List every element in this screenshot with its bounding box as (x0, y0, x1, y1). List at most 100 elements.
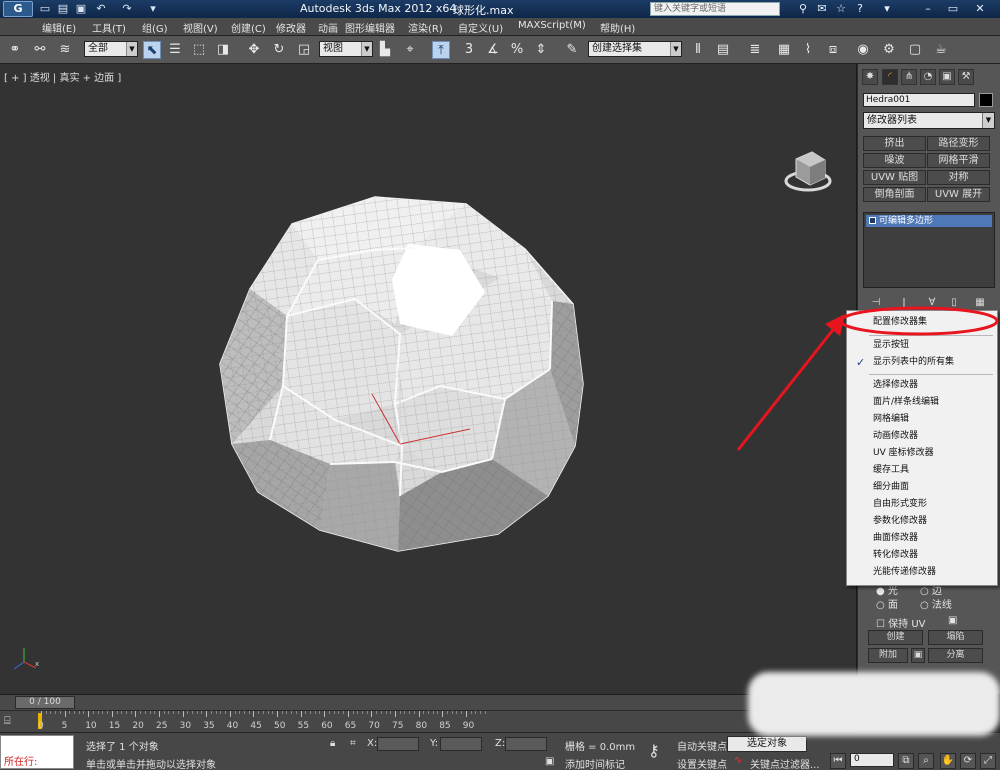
y-coordinate-field[interactable] (440, 737, 482, 751)
menu-help[interactable]: 帮助(H) (600, 20, 635, 35)
snaps-toggle-icon[interactable]: 3 (460, 41, 478, 59)
search-input[interactable]: 键入关键字或短语 (650, 2, 780, 16)
align-icon[interactable]: ▤ (714, 41, 732, 59)
time-tag-icon[interactable]: ▣ (545, 756, 554, 767)
modifier-path-deform-button[interactable]: 路径变形 (927, 136, 990, 151)
render-setup-icon[interactable]: ⚙ (880, 41, 898, 59)
set-key-button[interactable]: 设置关键点 (677, 756, 727, 770)
attach-button[interactable]: 附加 (868, 648, 908, 663)
orbit-icon[interactable]: ⟳ (960, 753, 976, 769)
display-tab-icon[interactable]: ▣ (939, 69, 955, 85)
keep-uv-checkbox[interactable]: ☐ 保持 UV (876, 615, 926, 630)
menu-group[interactable]: 组(G) (142, 20, 168, 35)
key-filters-button[interactable]: 关键点过滤器... (750, 756, 820, 770)
redo-icon[interactable]: ↷ (120, 2, 134, 16)
menu-item-animation-modifiers[interactable]: 动画修改器 (847, 428, 997, 445)
help-dropdown-icon[interactable]: ▾ (880, 2, 894, 16)
maxscript-listener[interactable]: 所在行: (0, 735, 74, 769)
menu-item-uv-coordinate-modifiers[interactable]: UV 座标修改器 (847, 445, 997, 462)
attach-list-icon[interactable]: ▣ (911, 648, 925, 663)
modifier-stack[interactable]: 可编辑多边形 (863, 212, 995, 288)
modifier-noise-button[interactable]: 噪波 (863, 153, 926, 168)
modifier-extrude-button[interactable]: 挤出 (863, 136, 926, 151)
selection-filter-dropdown[interactable]: 全部 ▼ (84, 41, 138, 57)
modifier-symmetry-button[interactable]: 对称 (927, 170, 990, 185)
radio-normal[interactable]: ○ 法线 (920, 596, 952, 611)
layer-manager-icon[interactable]: ≣ (746, 41, 764, 59)
edit-named-selection-icon[interactable]: ✎ (563, 41, 581, 59)
save-file-icon[interactable]: ▣ (74, 2, 88, 16)
spinner-snap-icon[interactable]: ⇕ (532, 41, 550, 59)
render-production-icon[interactable]: ☕ (932, 41, 950, 59)
pan-icon[interactable]: ✋ (940, 753, 956, 769)
menu-views[interactable]: 视图(V) (183, 20, 218, 35)
menu-rendering[interactable]: 渲染(R) (408, 20, 443, 35)
zoom-icon[interactable]: ⌕ (918, 753, 934, 769)
key-filter-curve-icon[interactable]: ∿ (734, 755, 742, 766)
new-file-icon[interactable]: ▭ (38, 2, 52, 16)
move-icon[interactable]: ✥ (245, 41, 263, 59)
menu-item-selection-modifiers[interactable]: 选择修改器 (847, 377, 997, 394)
time-slider[interactable]: 0 / 100 (0, 694, 857, 710)
app-logo-icon[interactable]: G (3, 1, 33, 17)
undo-icon[interactable]: ↶ (94, 2, 108, 16)
settings-icon[interactable]: ▣ (948, 615, 957, 626)
named-selection-dropdown[interactable]: 创建选择集 ▼ (588, 41, 682, 57)
menu-customize[interactable]: 自定义(U) (458, 20, 503, 35)
modifier-unwrap-uvw-button[interactable]: UVW 展开 (927, 187, 990, 202)
mini-curve-editor-icon[interactable]: ⌸ (4, 714, 20, 728)
x-coordinate-field[interactable] (377, 737, 419, 751)
absolute-mode-icon[interactable]: ⌗ (350, 738, 356, 749)
maximize-icon[interactable]: ▭ (946, 2, 960, 16)
utilities-tab-icon[interactable]: ⚒ (958, 69, 974, 85)
menu-item-surface-modifiers[interactable]: 曲面修改器 (847, 530, 997, 547)
current-frame-field[interactable]: 0 (850, 753, 894, 767)
pivot-center-icon[interactable]: ▙ (376, 41, 394, 59)
key-icon[interactable]: ⚷ (648, 741, 660, 760)
rectangular-selection-icon[interactable]: ⬚ (190, 41, 208, 59)
add-time-tag[interactable]: 添加时间标记 (565, 756, 625, 770)
menu-item-patch-spline-editing[interactable]: 面片/样条线编辑 (847, 394, 997, 411)
stack-item-editable-poly[interactable]: 可编辑多边形 (866, 215, 992, 227)
favorites-icon[interactable]: ☆ (834, 2, 848, 16)
link-icon[interactable]: ⚭ (6, 41, 24, 59)
unlink-icon[interactable]: ⚯ (31, 41, 49, 59)
close-icon[interactable]: ✕ (973, 2, 987, 16)
menu-graph-editors[interactable]: 图形编辑器 (345, 20, 395, 35)
motion-tab-icon[interactable]: ◔ (920, 69, 936, 85)
expand-icon[interactable] (869, 217, 876, 224)
curve-editor-icon[interactable]: ⌇ (799, 41, 817, 59)
time-slider-thumb[interactable]: 0 / 100 (15, 696, 75, 709)
menu-create[interactable]: 创建(C) (231, 20, 266, 35)
create-button[interactable]: 创建 (868, 630, 923, 645)
bind-space-warp-icon[interactable]: ≋ (56, 41, 74, 59)
mirror-icon[interactable]: ⫴ (689, 41, 707, 59)
menu-item-free-form-deformers[interactable]: 自由形式变形 (847, 496, 997, 513)
detach-button[interactable]: 分离 (928, 648, 983, 663)
track-bar[interactable]: ⌸ 0 5 10 15 20 25 30 35 40 45 50 55 60 65 70 75 80 85 90 (0, 710, 857, 732)
lock-icon[interactable]: 🔒︎ (330, 738, 335, 749)
modifier-meshsmooth-button[interactable]: 网格平滑 (927, 153, 990, 168)
menu-maxscript[interactable]: MAXScript(M) (518, 20, 586, 31)
schematic-view-icon[interactable]: ⧈ (824, 41, 842, 59)
object-color-swatch[interactable] (979, 93, 993, 107)
z-coordinate-field[interactable] (505, 737, 547, 751)
menu-modifiers[interactable]: 修改器 (276, 20, 306, 35)
keyboard-shortcut-override-icon[interactable]: ⤒ (432, 41, 450, 59)
menu-item-show-buttons[interactable]: 显示按钮 (847, 337, 997, 354)
time-config-icon[interactable]: ⧉ (898, 753, 914, 769)
perspective-viewport[interactable]: [ + ] 透视 | 真实 + 边面 ] z y x (0, 64, 857, 694)
maximize-viewport-icon[interactable]: ⤢ (980, 753, 996, 769)
percent-snap-icon[interactable]: % (508, 41, 526, 59)
menu-item-subdivision-surfaces[interactable]: 细分曲面 (847, 479, 997, 496)
menu-item-conversion-modifiers[interactable]: 转化修改器 (847, 547, 997, 564)
select-object-icon[interactable]: ⬉ (143, 41, 161, 59)
select-and-manipulate-icon[interactable]: ⌖ (401, 41, 419, 59)
select-by-name-icon[interactable]: ☰ (166, 41, 184, 59)
menu-item-parametric-modifiers[interactable]: 参数化修改器 (847, 513, 997, 530)
modifier-list-dropdown[interactable]: 修改器列表 ▼ (863, 112, 995, 129)
create-tab-icon[interactable]: ✸ (862, 69, 878, 85)
collapse-button[interactable]: 塌陷 (928, 630, 983, 645)
help-icon[interactable]: ? (853, 2, 867, 16)
window-crossing-icon[interactable]: ◨ (214, 41, 232, 59)
